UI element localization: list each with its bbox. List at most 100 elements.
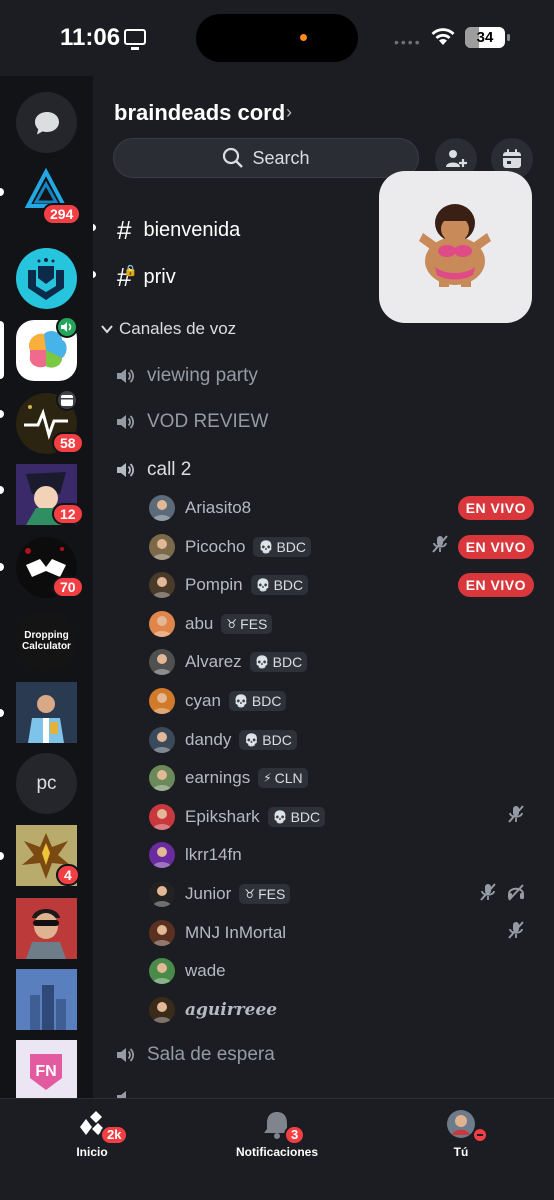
voice-user-row[interactable]: Picocho 💀 BDC EN VIVO xyxy=(149,532,534,562)
speaker-icon xyxy=(117,463,135,477)
voice-user-row[interactable]: lkrr14fn xyxy=(149,840,534,870)
username: Pompin xyxy=(185,575,243,595)
voice-channel-sala-de-espera[interactable]: Sala de espera xyxy=(115,1044,275,1066)
user-avatar xyxy=(149,881,175,907)
speaker-icon xyxy=(117,415,135,429)
unread-indicator xyxy=(0,486,4,494)
bottom-navigation: 2k Inicio 3 Notificaciones Tú xyxy=(0,1098,554,1200)
battery-icon: 34 xyxy=(465,27,510,48)
voice-user-row[interactable]: aguirreee xyxy=(149,995,534,1025)
server-icon-dropping-calculator[interactable]: Dropping Calculator xyxy=(16,610,77,671)
voice-channel-call-2[interactable]: call 2 xyxy=(115,459,191,481)
voice-user-row[interactable]: MNJ InMortal xyxy=(149,918,534,948)
voice-user-row[interactable]: dandy 💀 BDC xyxy=(149,725,534,755)
channel-name: VOD REVIEW xyxy=(147,411,269,432)
user-avatar xyxy=(149,919,175,946)
add-member-icon xyxy=(446,150,467,167)
floating-sticker-overlay[interactable] xyxy=(379,171,532,323)
text-channel-priv[interactable]: # 🔒 priv xyxy=(117,262,176,293)
voice-user-row[interactable]: cyan 💀 BDC xyxy=(149,686,534,716)
tag-label: BDC xyxy=(272,654,303,671)
recording-indicator-icon xyxy=(300,34,307,41)
server-icon-heartbeat[interactable]: 58 xyxy=(16,389,84,454)
voice-user-row[interactable]: Pompin 💀 BDC EN VIVO xyxy=(149,570,534,600)
voice-user-row[interactable]: Epikshark 💀 BDC xyxy=(149,802,534,832)
muted-mic-icon xyxy=(478,882,498,907)
server-icon-braindeads[interactable] xyxy=(16,316,78,381)
voice-channel-vod-review[interactable]: VOD REVIEW xyxy=(115,411,268,433)
selected-server-indicator xyxy=(0,321,4,379)
search-button[interactable]: Search xyxy=(113,138,419,178)
server-icon-triangle[interactable]: 294 xyxy=(16,162,82,225)
voice-channel-viewing-party[interactable]: viewing party xyxy=(115,365,258,387)
server-initials: pc xyxy=(36,772,57,794)
voice-channel-partial[interactable] xyxy=(115,1088,135,1098)
username: Ariasito8 xyxy=(185,498,252,517)
user-avatar xyxy=(149,842,175,869)
server-icon-phoenix[interactable]: 4 xyxy=(16,825,80,886)
voice-user-row[interactable]: Junior ♉ FES xyxy=(149,879,534,909)
home-badge: 2k xyxy=(100,1125,129,1145)
unread-indicator xyxy=(0,709,4,717)
server-icon-anime[interactable]: 12 xyxy=(16,464,84,525)
tag-label: BDC xyxy=(290,808,321,825)
fn-logo-icon: FN xyxy=(16,1040,77,1098)
cartoon-sticker-image xyxy=(419,204,491,287)
user-avatar xyxy=(149,572,175,599)
server-tag: 💀 BDC xyxy=(228,691,287,711)
nav-you[interactable]: Tú xyxy=(446,1109,488,1159)
unread-indicator xyxy=(0,563,4,571)
unread-indicator xyxy=(0,188,4,196)
username: Junior xyxy=(185,884,232,903)
username: abu xyxy=(185,613,214,633)
username: wade xyxy=(185,961,226,981)
calendar-icon xyxy=(503,149,521,168)
server-icon-football[interactable] xyxy=(16,682,77,743)
server-icon-ut[interactable] xyxy=(16,248,77,309)
server-icon-person[interactable] xyxy=(16,898,77,959)
skull-icon: 💀 xyxy=(254,655,270,670)
chevron-down-icon xyxy=(101,325,113,334)
server-icon-city[interactable] xyxy=(16,969,77,1030)
server-icon-pc[interactable]: pc xyxy=(16,753,77,814)
event-badge xyxy=(56,389,78,411)
unread-indicator xyxy=(0,410,4,418)
direct-messages-button[interactable] xyxy=(16,92,77,153)
nav-home[interactable]: 2k Inicio xyxy=(76,1109,129,1159)
voice-user-row[interactable]: wade xyxy=(149,956,534,986)
voice-user-row[interactable]: Ariasito8 EN VIVO xyxy=(149,493,534,523)
player-photo-icon xyxy=(16,682,77,743)
voice-user-row[interactable]: abu ♉ FES xyxy=(149,609,534,639)
user-avatar xyxy=(149,726,175,753)
bolt-icon: ⚡ xyxy=(263,771,272,786)
muted-mic-icon xyxy=(430,534,450,559)
server-title[interactable]: braindeads cord xyxy=(114,100,285,126)
unread-indicator xyxy=(0,852,4,860)
user-avatar xyxy=(149,996,175,1023)
battery-level: 34 xyxy=(476,29,494,46)
user-avatar xyxy=(149,533,175,560)
text-channel-bienvenida[interactable]: # bienvenida xyxy=(117,215,240,246)
wifi-icon xyxy=(431,28,455,45)
user-avatar xyxy=(149,688,175,714)
voice-user-row[interactable]: earnings ⚡ CLN xyxy=(149,763,534,793)
server-icon-fn[interactable]: FN xyxy=(16,1040,77,1098)
username: Epikshark xyxy=(185,806,260,826)
server-tag: 💀 BDC xyxy=(250,575,309,596)
server-logo-text: Dropping Calculator xyxy=(22,629,71,652)
server-tag: ♉ FES xyxy=(221,613,273,634)
user-avatar xyxy=(149,495,175,521)
voice-user-row[interactable]: Alvarez 💀 BDC xyxy=(149,647,534,677)
server-icon-mask[interactable]: 70 xyxy=(16,537,84,598)
bell-icon xyxy=(264,1112,291,1139)
skull-icon: 💀 xyxy=(272,809,288,824)
server-tag: 💀 BDC xyxy=(267,806,326,827)
channel-name: viewing party xyxy=(147,365,258,386)
goat-icon: ♉ xyxy=(226,616,238,631)
tag-label: BDC xyxy=(276,538,306,555)
chevron-right-icon[interactable]: › xyxy=(286,102,292,123)
unread-indicator xyxy=(93,271,96,278)
category-voice-channels[interactable]: Canales de voz xyxy=(101,319,236,339)
nav-notifications[interactable]: 3 Notificaciones xyxy=(236,1109,318,1159)
server-rail: 294 58 12 70 Dropping Calculator pc 4 FN xyxy=(0,76,93,1098)
